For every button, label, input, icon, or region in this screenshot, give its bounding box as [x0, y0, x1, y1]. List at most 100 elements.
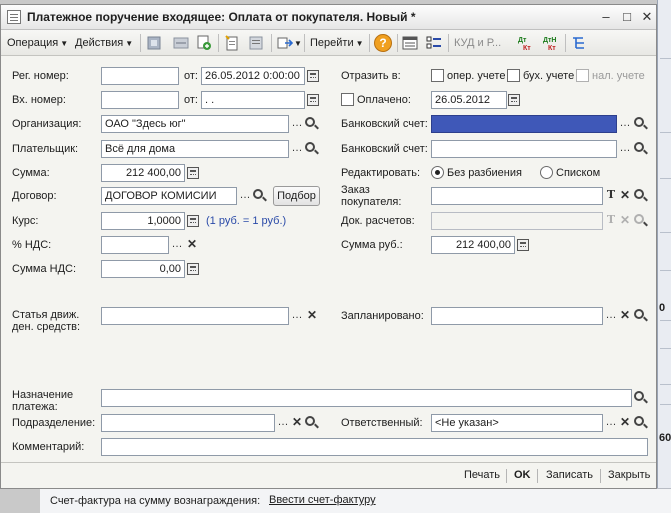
payer-bank-account-select-button[interactable]: …: [618, 140, 632, 158]
vat-percent-select-button[interactable]: …: [170, 236, 184, 254]
cashflow-label-line2: ден. средств:: [12, 321, 81, 333]
customer-order-label-line1: Заказ: [341, 184, 370, 196]
paid-date-field[interactable]: 26.05.2012: [431, 91, 507, 109]
sum-field[interactable]: 212 400,00: [101, 164, 185, 182]
cashflow-field[interactable]: [101, 307, 289, 325]
payer-bank-account-open-button[interactable]: [633, 140, 647, 158]
bank-account-open-button[interactable]: [633, 115, 647, 133]
bank-account-field[interactable]: [431, 115, 617, 133]
copy-document-icon[interactable]: [195, 34, 213, 52]
clear-icon[interactable]: ✕: [618, 212, 632, 230]
purpose-field[interactable]: [101, 389, 632, 407]
close-button[interactable]: Закрыть: [608, 469, 650, 481]
kud-button[interactable]: КУД и Р...: [454, 35, 501, 51]
in-date-field[interactable]: . .: [201, 91, 305, 109]
planned-select-button[interactable]: …: [604, 307, 618, 325]
debit-credit-icon[interactable]: ДтКт: [517, 34, 535, 52]
calendar-icon[interactable]: [307, 94, 319, 106]
planned-field[interactable]: [431, 307, 603, 325]
organization-field[interactable]: ОАО "Здесь юг": [101, 115, 289, 133]
reg-number-field[interactable]: [101, 67, 179, 85]
actions-menu[interactable]: Действия ▼: [75, 35, 133, 51]
checklist-icon[interactable]: [425, 34, 443, 52]
dropdown-caret-icon[interactable]: ▼: [294, 36, 302, 52]
clear-icon[interactable]: ✕: [305, 307, 319, 325]
organization-open-button[interactable]: [304, 115, 318, 133]
payer-field[interactable]: Всё для дома: [101, 140, 289, 158]
sum-rub-field[interactable]: 212 400,00: [431, 236, 515, 254]
no-split-radio[interactable]: [431, 166, 444, 179]
structure-icon[interactable]: [401, 34, 419, 52]
contract-field[interactable]: ДОГОВОР КОМИСИИ: [101, 187, 237, 205]
contract-select-button[interactable]: …: [238, 187, 252, 205]
oper-accounting-checkbox[interactable]: [431, 69, 444, 82]
clear-icon[interactable]: ✕: [618, 307, 632, 325]
buh-accounting-checkbox[interactable]: [507, 69, 520, 82]
post-document-icon[interactable]: [145, 34, 163, 52]
vat-sum-field[interactable]: 0,00: [101, 260, 185, 278]
close-window-button[interactable]: ✕: [638, 9, 656, 25]
department-open-button[interactable]: [304, 414, 318, 432]
unpost-document-icon[interactable]: [172, 34, 190, 52]
paid-checkbox[interactable]: [341, 93, 354, 106]
payer-open-button[interactable]: [304, 140, 318, 158]
clear-icon[interactable]: ✕: [290, 414, 304, 432]
in-number-field[interactable]: [101, 91, 179, 109]
planned-open-button[interactable]: [633, 307, 647, 325]
contract-pick-button[interactable]: Подбор: [273, 186, 320, 206]
purpose-open-button[interactable]: [633, 389, 647, 407]
clear-icon[interactable]: ✕: [185, 236, 199, 254]
ok-button[interactable]: OK: [514, 469, 531, 481]
cashflow-select-button[interactable]: …: [290, 307, 304, 325]
invoice-status-label: Счет-фактура на сумму вознаграждения:: [50, 495, 261, 507]
calendar-icon[interactable]: [307, 70, 319, 82]
customer-order-field[interactable]: [431, 187, 603, 205]
tax-debit-credit-icon[interactable]: ДтНКт: [542, 34, 560, 52]
reg-date-field[interactable]: 26.05.2012 0:00:00: [201, 67, 305, 85]
clear-icon[interactable]: ✕: [618, 187, 632, 205]
calculator-icon[interactable]: [187, 263, 199, 275]
comment-field[interactable]: [101, 438, 648, 456]
department-field[interactable]: [101, 414, 275, 432]
responsible-field[interactable]: <Не указан>: [431, 414, 603, 432]
settlement-doc-field[interactable]: [431, 212, 603, 230]
calculator-icon[interactable]: [517, 239, 529, 251]
type-select-icon[interactable]: T: [604, 187, 618, 205]
hierarchy-icon[interactable]: [570, 34, 588, 52]
new-document-icon[interactable]: [223, 34, 241, 52]
contract-open-button[interactable]: [252, 187, 266, 205]
customer-order-open-button[interactable]: [633, 187, 647, 205]
payer-select-button[interactable]: …: [290, 140, 304, 158]
bank-account-select-button[interactable]: …: [618, 115, 632, 133]
organization-select-button[interactable]: …: [290, 115, 304, 133]
print-button[interactable]: Печать: [464, 469, 500, 481]
bottom-separator: [537, 469, 538, 483]
based-on-icon[interactable]: [276, 34, 294, 52]
toolbar-separator: [448, 34, 449, 52]
minimize-button[interactable]: –: [597, 9, 615, 25]
responsible-select-button[interactable]: …: [604, 414, 618, 432]
type-select-icon[interactable]: T: [604, 212, 618, 230]
department-select-button[interactable]: …: [276, 414, 290, 432]
responsible-open-button[interactable]: [633, 414, 647, 432]
vat-sum-label: Сумма НДС:: [12, 263, 77, 275]
tax-accounting-checkbox[interactable]: [576, 69, 589, 82]
operation-menu[interactable]: Операция ▼: [7, 35, 68, 51]
calendar-icon[interactable]: [508, 94, 520, 106]
list-mode-radio[interactable]: [540, 166, 553, 179]
save-button[interactable]: Записать: [546, 469, 593, 481]
calculator-icon[interactable]: [187, 167, 199, 179]
clear-icon[interactable]: ✕: [618, 414, 632, 432]
settlement-doc-open-button[interactable]: [633, 212, 647, 230]
document-list-icon[interactable]: [247, 34, 265, 52]
maximize-button[interactable]: □: [618, 9, 636, 25]
calculator-icon[interactable]: [187, 215, 199, 227]
rate-field[interactable]: 1,0000: [101, 212, 185, 230]
goto-menu[interactable]: Перейти ▼: [310, 35, 364, 51]
payer-bank-account-field[interactable]: [431, 140, 617, 158]
help-icon[interactable]: ?: [374, 34, 392, 52]
vat-percent-field[interactable]: [101, 236, 169, 254]
toolbar-separator: [369, 34, 370, 52]
reg-number-label: Рег. номер:: [12, 70, 69, 82]
enter-invoice-link[interactable]: Ввести счет-фактуру: [269, 494, 376, 506]
